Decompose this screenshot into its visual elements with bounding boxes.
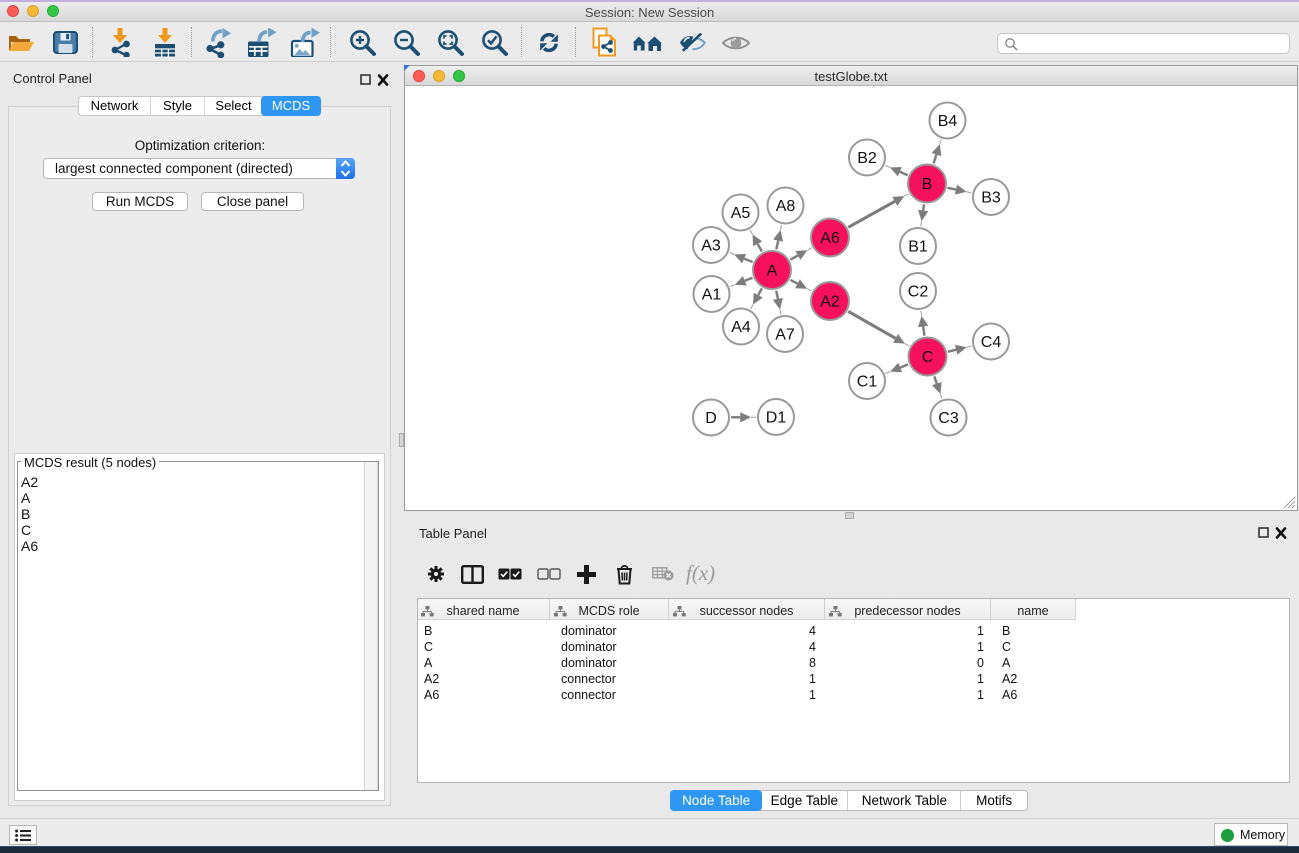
svg-text:C3: C3: [938, 410, 959, 427]
svg-text:A3: A3: [701, 238, 721, 255]
svg-text:C: C: [922, 349, 934, 366]
svg-text:B2: B2: [857, 150, 877, 167]
svg-text:A2: A2: [820, 294, 840, 311]
svg-text:A: A: [767, 263, 778, 280]
svg-text:C1: C1: [857, 374, 878, 391]
svg-text:A7: A7: [775, 327, 795, 344]
svg-text:B3: B3: [981, 190, 1001, 207]
svg-text:A8: A8: [776, 198, 796, 215]
svg-text:A4: A4: [731, 319, 751, 336]
svg-text:A5: A5: [731, 205, 751, 222]
svg-text:B: B: [922, 176, 933, 193]
svg-text:D1: D1: [766, 410, 787, 427]
svg-text:D: D: [705, 410, 717, 427]
svg-text:C4: C4: [981, 334, 1002, 351]
svg-text:B1: B1: [908, 239, 928, 256]
svg-text:B4: B4: [938, 113, 958, 130]
svg-text:C2: C2: [908, 284, 929, 301]
svg-text:A6: A6: [820, 230, 840, 247]
svg-text:A1: A1: [702, 287, 722, 304]
